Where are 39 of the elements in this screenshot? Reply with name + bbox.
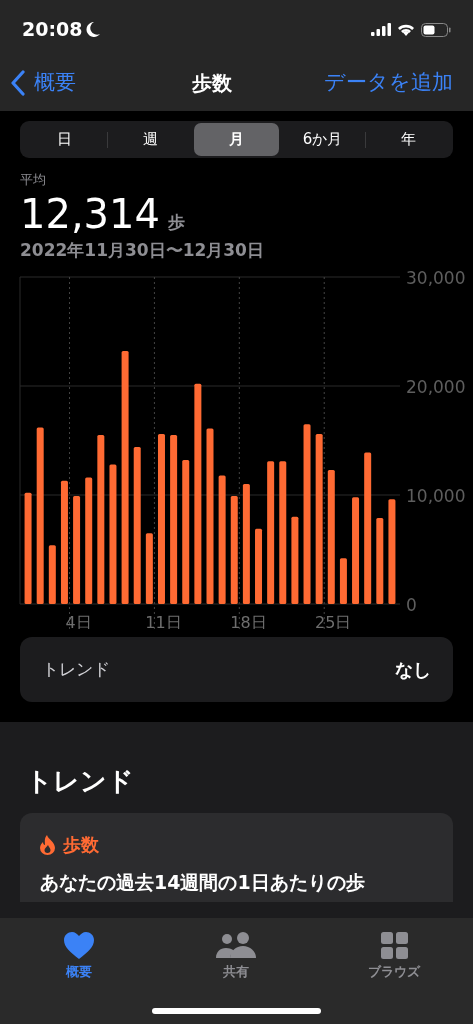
tab-bar-item[interactable]: ブラウズ — [344, 932, 445, 984]
trend-label: トレンド — [42, 657, 110, 681]
trend-card[interactable]: 歩数 あなたの過去14週間の1日あたりの歩 — [20, 813, 453, 902]
people-icon — [216, 932, 257, 959]
segment-tab[interactable]: 6か月 — [280, 123, 365, 156]
trend-value: なし — [395, 658, 431, 682]
average-label: 平均 — [20, 171, 47, 189]
tab-bar-item[interactable]: 共有 — [186, 932, 287, 984]
date-range: 2022年11月30日〜12月30日 — [20, 238, 265, 262]
bar — [48, 545, 56, 604]
y-axis-label: 10,000 — [406, 486, 466, 506]
add-data-button[interactable]: データを追加 — [324, 67, 453, 99]
flame-icon — [40, 834, 55, 855]
segment-tab[interactable]: 月 — [194, 123, 279, 156]
card-title: 歩数 — [63, 833, 99, 857]
status-time: 20:08 — [22, 17, 83, 43]
nav-title: 歩数 — [191, 70, 232, 97]
segment-tab[interactable]: 日 — [22, 123, 107, 156]
moon-icon — [86, 22, 101, 37]
chevron-left-icon — [10, 70, 26, 96]
unit-label: 歩 — [167, 213, 185, 231]
battery-icon — [421, 22, 451, 37]
signal-icon — [371, 23, 391, 36]
bar — [339, 558, 347, 604]
average-value: 12,314 — [20, 193, 160, 234]
trend-description: あなたの過去14週間の1日あたりの歩 — [40, 870, 366, 895]
grid-icon — [380, 932, 408, 959]
heart-icon — [63, 932, 94, 959]
y-axis-label: 20,000 — [406, 377, 466, 397]
wifi-icon — [397, 23, 415, 36]
segment-tab[interactable]: 年 — [366, 123, 451, 156]
y-axis-label: 30,000 — [406, 269, 466, 288]
back-button[interactable]: 概要 — [10, 67, 76, 99]
trend-row[interactable]: トレンド なし — [20, 637, 453, 702]
segment-tab[interactable]: 週 — [108, 123, 193, 156]
bar — [145, 533, 153, 604]
tab-bar-item[interactable]: 概要 — [28, 932, 129, 984]
y-axis-label: 0 — [406, 595, 417, 615]
trends-heading: トレンド — [25, 765, 135, 798]
